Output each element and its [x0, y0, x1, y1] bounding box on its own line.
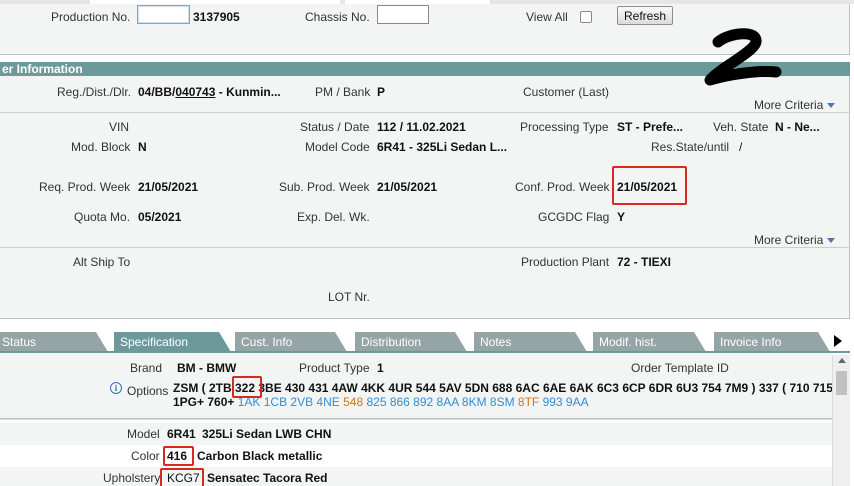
model-code: 6R41: [167, 427, 196, 441]
upholstery-description: Sensatec Tacora Red: [207, 471, 328, 485]
divider: [0, 247, 850, 248]
tab-bar: Status Specification Cust. Info Distribu…: [0, 332, 834, 352]
tab-distribution[interactable]: Distribution: [355, 332, 467, 352]
conf-prod-week-label: Conf. Prod. Week: [515, 180, 610, 194]
view-all-checkbox[interactable]: [580, 11, 592, 23]
divider: [0, 112, 850, 113]
status-date-value: 112 / 11.02.2021: [377, 120, 466, 134]
exp-del-wk-label: Exp. Del. Wk.: [297, 210, 370, 224]
option-code-group: 548: [343, 395, 367, 409]
veh-state-value: N - Ne...: [775, 120, 820, 134]
brand-label: Brand: [130, 361, 163, 375]
pm-bank-label: PM / Bank: [315, 85, 371, 99]
mod-block-value: N: [138, 140, 147, 154]
view-all-label: View All: [526, 10, 568, 24]
model-code-label: Model Code: [305, 140, 370, 154]
status-date-label: Status / Date: [300, 120, 370, 134]
upholstery-label: Upholstery: [103, 471, 161, 485]
chevron-down-icon: [827, 103, 836, 109]
refresh-button[interactable]: Refresh: [617, 6, 674, 25]
vertical-scrollbar[interactable]: [832, 355, 850, 486]
order-template-id-label: Order Template ID: [631, 361, 729, 375]
color-description: Carbon Black metallic: [197, 449, 323, 463]
more-criteria-label: More Criteria: [754, 233, 824, 247]
options-label: Options: [127, 384, 169, 398]
table-row: [0, 445, 832, 467]
more-criteria-toggle-2[interactable]: More Criteria: [754, 233, 836, 247]
quota-mo-label: Quota Mo.: [74, 210, 131, 224]
more-criteria-toggle-1[interactable]: More Criteria: [754, 98, 836, 112]
sub-prod-week-value: 21/05/2021: [377, 180, 438, 194]
tab-specification[interactable]: Specification: [114, 332, 231, 352]
redaction-scribble: [704, 28, 782, 86]
dealer-link[interactable]: 040743: [175, 85, 215, 99]
tab-modif-hist[interactable]: Modif. hist.: [593, 332, 706, 352]
veh-state-label: Veh. State: [713, 120, 769, 134]
req-prod-week-value: 21/05/2021: [138, 180, 199, 194]
option-code-group: 8TF: [517, 395, 543, 409]
req-prod-week-label: Req. Prod. Week: [39, 180, 131, 194]
tab-invoice-info[interactable]: Invoice Info: [714, 332, 830, 352]
brand-value: BM - BMW: [177, 361, 237, 375]
options-text: 3BE 430 431 4AW 4KK 4UR 544 5AV 5DN 688 …: [255, 381, 833, 395]
product-type-value: 1: [377, 361, 384, 375]
model-label: Model: [127, 427, 160, 441]
res-state-label: Res.State/until: [651, 140, 730, 154]
option-code-group: 1PG+ 760+: [173, 395, 238, 409]
chassis-no-label: Chassis No.: [305, 10, 370, 24]
info-icon[interactable]: i: [110, 382, 122, 394]
alt-ship-to-label: Alt Ship To: [73, 255, 131, 269]
customer-last-label: Customer (Last): [523, 85, 610, 99]
highlight-box: [160, 468, 204, 486]
model-description: 325Li Sedan LWB CHN: [202, 427, 332, 441]
vin-label: VIN: [109, 120, 130, 134]
gcgdc-flag-value: Y: [617, 210, 626, 224]
sub-prod-week-label: Sub. Prod. Week: [279, 180, 370, 194]
reg-dist-dlr-value: 04/BB/040743 - Kunmin...: [138, 85, 281, 99]
reg-suffix: - Kunmin...: [215, 85, 281, 99]
tab-cust-info[interactable]: Cust. Info: [235, 332, 347, 352]
scrollbar-thumb[interactable]: [836, 371, 847, 395]
options-line-1: ZSM ( 2TB 322 3BE 430 431 4AW 4KK 4UR 54…: [173, 381, 833, 395]
option-code-group: 993 9AA: [542, 395, 589, 409]
lot-nr-label: LOT Nr.: [328, 290, 370, 304]
reg-dist-dlr-label: Reg./Dist./Dlr.: [57, 85, 132, 99]
chassis-no-input[interactable]: [377, 5, 429, 24]
quota-mo-value: 05/2021: [138, 210, 182, 224]
reg-prefix: 04/BB/: [138, 85, 176, 99]
product-type-label: Product Type: [299, 361, 370, 375]
processing-type-value: ST - Prefe...: [617, 120, 684, 134]
scroll-up-icon[interactable]: [838, 358, 846, 363]
production-plant-value: 72 - TIEXI: [617, 255, 672, 269]
highlight-box: [163, 446, 194, 466]
table-row: [0, 423, 832, 445]
production-no-value: 3137905: [193, 10, 240, 24]
mod-block-label: Mod. Block: [71, 140, 131, 154]
processing-type-label: Processing Type: [520, 120, 609, 134]
production-no-label: Production No.: [51, 10, 131, 24]
options-text: ZSM ( 2TB: [173, 381, 235, 395]
production-plant-label: Production Plant: [521, 255, 610, 269]
chevron-down-icon: [827, 238, 836, 244]
more-criteria-label: More Criteria: [754, 98, 824, 112]
res-state-value: /: [739, 140, 743, 154]
tab-notes[interactable]: Notes: [474, 332, 587, 352]
option-code-group: 1AK 1CB 2VB 4NE: [237, 395, 344, 409]
tab-status[interactable]: Status: [0, 332, 108, 352]
tab-scroll-right-icon[interactable]: [834, 335, 842, 347]
production-no-input[interactable]: [137, 5, 190, 24]
divider: [0, 419, 832, 420]
gcgdc-flag-label: GCGDC Flag: [538, 210, 610, 224]
option-code-group: 825 866 892 8AA 8KM 8SM: [366, 395, 518, 409]
highlight-box: [612, 166, 687, 205]
pm-bank-value: P: [377, 85, 386, 99]
color-label: Color: [131, 449, 160, 463]
model-code-value: 6R41 - 325Li Sedan L...: [377, 140, 508, 154]
options-line-2: 1PG+ 760+ 1AK 1CB 2VB 4NE 548 825 866 89…: [173, 395, 589, 409]
